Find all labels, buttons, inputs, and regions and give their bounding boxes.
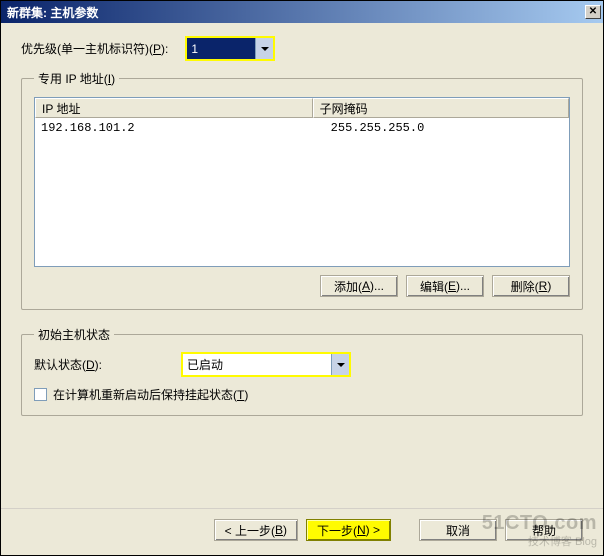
priority-row: 优先级(单一主机标识符)(P): 1: [21, 37, 583, 60]
ip-list[interactable]: IP 地址 子网掩码 192.168.101.2 255.255.255.0: [34, 97, 570, 267]
keep-suspended-label: 在计算机重新启动后保持挂起状态(T): [53, 386, 248, 403]
initial-state-legend: 初始主机状态: [34, 326, 114, 343]
chevron-down-icon: [331, 354, 349, 375]
ip-list-header: IP 地址 子网掩码: [35, 98, 569, 118]
default-state-label: 默认状态(D):: [34, 356, 102, 373]
ip-button-row: 添加(A)... 编辑(E)... 删除(R): [34, 275, 570, 297]
chevron-down-icon: [255, 38, 273, 59]
default-state-row: 默认状态(D): 已启动: [34, 353, 570, 376]
keep-suspended-row[interactable]: 在计算机重新启动后保持挂起状态(T): [34, 386, 570, 403]
edit-button[interactable]: 编辑(E)...: [406, 275, 484, 297]
title-bar: 新群集: 主机参数 ✕: [1, 1, 603, 23]
initial-state-group: 初始主机状态 默认状态(D): 已启动 在计算机重新启动后保持挂起状态(T): [21, 326, 583, 416]
remove-button[interactable]: 删除(R): [492, 275, 570, 297]
next-button[interactable]: 下一步(N) >: [306, 519, 391, 541]
window-title: 新群集: 主机参数: [7, 4, 98, 21]
add-button[interactable]: 添加(A)...: [320, 275, 398, 297]
wizard-footer: < 上一步(B) 下一步(N) > 取消 帮助: [1, 508, 603, 555]
cancel-button[interactable]: 取消: [419, 519, 497, 541]
dedicated-ip-group: 专用 IP 地址(I) IP 地址 子网掩码 192.168.101.2 255…: [21, 70, 583, 310]
column-mask[interactable]: 子网掩码: [313, 98, 569, 118]
keep-suspended-checkbox[interactable]: [34, 388, 47, 401]
dedicated-ip-legend: 专用 IP 地址(I): [34, 70, 119, 87]
close-icon: ✕: [589, 7, 597, 17]
dialog-window: 新群集: 主机参数 ✕ 优先级(单一主机标识符)(P): 1 专用 IP 地址(…: [0, 0, 604, 556]
priority-combo[interactable]: 1: [186, 37, 274, 60]
cell-mask: 255.255.255.0: [325, 120, 569, 136]
priority-label: 优先级(单一主机标识符)(P):: [21, 40, 168, 57]
default-state-value: 已启动: [183, 354, 331, 375]
priority-value: 1: [187, 38, 255, 59]
ip-list-body: 192.168.101.2 255.255.255.0: [35, 118, 569, 138]
column-ip[interactable]: IP 地址: [35, 98, 313, 118]
back-button[interactable]: < 上一步(B): [214, 519, 298, 541]
close-button[interactable]: ✕: [585, 5, 601, 19]
help-button[interactable]: 帮助: [505, 519, 583, 541]
cell-ip: 192.168.101.2: [35, 120, 325, 136]
table-row[interactable]: 192.168.101.2 255.255.255.0: [35, 120, 569, 136]
default-state-combo[interactable]: 已启动: [182, 353, 350, 376]
dialog-body: 优先级(单一主机标识符)(P): 1 专用 IP 地址(I) IP 地址 子网掩…: [1, 23, 603, 508]
